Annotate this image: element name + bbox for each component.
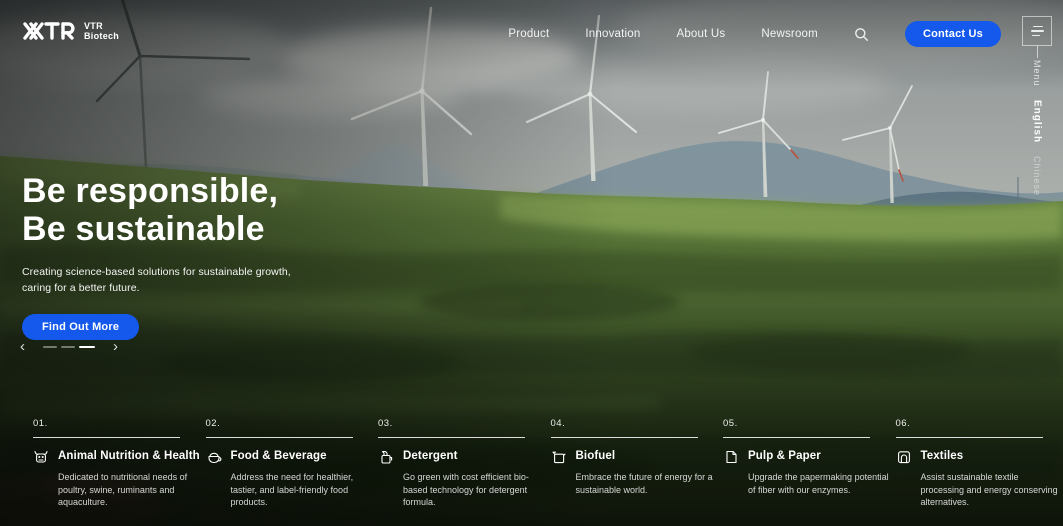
- category-number: 06.: [896, 418, 1063, 429]
- carousel-next-icon[interactable]: ›: [111, 340, 120, 354]
- main-nav: Product Innovation About Us Newsroom Con…: [508, 0, 1001, 68]
- category-divider: [551, 437, 698, 438]
- vtr-logo-icon: [22, 19, 76, 43]
- nav-item-about-us[interactable]: About Us: [676, 28, 725, 40]
- category-food-beverage[interactable]: 02. Food & Beverage Address the need for…: [206, 418, 379, 509]
- find-out-more-button[interactable]: Find Out More: [22, 314, 139, 340]
- category-number: 01.: [33, 418, 206, 429]
- category-divider: [33, 437, 180, 438]
- side-rail: Menu English Chinese: [1022, 16, 1052, 196]
- category-divider: [378, 437, 525, 438]
- category-number: 03.: [378, 418, 551, 429]
- carousel-indicator-1[interactable]: [43, 346, 57, 348]
- category-divider: [896, 437, 1043, 438]
- category-detergent[interactable]: 03. Detergent Go green with cost efficie…: [378, 418, 551, 509]
- hero-title: Be responsible, Be sustainable: [22, 172, 291, 248]
- carousel-indicator-2[interactable]: [61, 346, 75, 348]
- vtr-biotech-homepage: VTR Biotech Product Innovation About Us …: [0, 0, 1063, 526]
- category-title: Pulp & Paper: [748, 450, 821, 462]
- contact-us-button[interactable]: Contact Us: [905, 21, 1001, 47]
- category-number: 05.: [723, 418, 896, 429]
- category-divider: [206, 437, 353, 438]
- brand-name: VTR Biotech: [84, 21, 119, 41]
- category-description: Dedicated to nutritional needs of poultr…: [58, 471, 200, 509]
- category-description: Upgrade the papermaking potential of fib…: [748, 471, 890, 496]
- category-description: Address the need for healthier, tastier,…: [231, 471, 373, 509]
- category-title: Biofuel: [576, 450, 616, 462]
- category-description: Assist sustainable textile processing an…: [921, 471, 1063, 509]
- category-biofuel[interactable]: 04. Biofuel Embrace the future of energy…: [551, 418, 724, 509]
- fabric-icon: [896, 449, 912, 465]
- brand-logo[interactable]: VTR Biotech: [22, 19, 119, 43]
- category-title: Animal Nutrition & Health: [58, 450, 200, 462]
- hero-subtitle: Creating science-based solutions for sus…: [22, 264, 291, 296]
- category-title: Textiles: [921, 450, 964, 462]
- search-icon[interactable]: [854, 27, 869, 42]
- category-divider: [723, 437, 870, 438]
- brand-name-line1: VTR: [84, 21, 119, 31]
- category-title: Detergent: [403, 450, 458, 462]
- hero-title-line2: Be sustainable: [22, 210, 265, 248]
- paper-icon: [723, 449, 739, 465]
- category-number: 02.: [206, 418, 379, 429]
- nav-item-product[interactable]: Product: [508, 28, 549, 40]
- cup-icon: [206, 449, 222, 465]
- nav-item-innovation[interactable]: Innovation: [585, 28, 640, 40]
- carousel-indicators: [43, 346, 95, 348]
- fuel-can-icon: [551, 449, 567, 465]
- category-animal-nutrition[interactable]: 01. Animal Nutrition & Health Dedicated …: [33, 418, 206, 509]
- carousel-indicator-3-active[interactable]: [79, 346, 95, 348]
- nav-item-newsroom[interactable]: Newsroom: [761, 28, 818, 40]
- hero-section: Be responsible, Be sustainable Creating …: [22, 172, 291, 340]
- industry-categories: 01. Animal Nutrition & Health Dedicated …: [33, 418, 1063, 509]
- category-pulp-paper[interactable]: 05. Pulp & Paper Upgrade the papermaking…: [723, 418, 896, 509]
- category-title: Food & Beverage: [231, 450, 327, 462]
- rail-stem-line: [1037, 46, 1038, 58]
- cow-icon: [33, 449, 49, 465]
- category-number: 04.: [551, 418, 724, 429]
- category-description: Go green with cost efficient bio-based t…: [403, 471, 545, 509]
- language-english[interactable]: English: [1032, 100, 1043, 143]
- header: VTR Biotech Product Innovation About Us …: [0, 0, 1063, 68]
- hamburger-menu-icon[interactable]: [1022, 16, 1052, 46]
- hero-subtitle-line1: Creating science-based solutions for sus…: [22, 264, 291, 280]
- detergent-bottle-icon: [378, 449, 394, 465]
- menu-label: Menu: [1032, 60, 1042, 87]
- category-description: Embrace the future of energy for a susta…: [576, 471, 718, 496]
- carousel-prev-icon[interactable]: ‹: [18, 340, 27, 354]
- language-chinese[interactable]: Chinese: [1032, 156, 1042, 196]
- brand-name-line2: Biotech: [84, 31, 119, 41]
- hero-carousel-controls: ‹ ›: [18, 340, 120, 354]
- hero-subtitle-line2: caring for a better future.: [22, 280, 291, 296]
- category-textiles[interactable]: 06. Textiles Assist sustainable textile …: [896, 418, 1063, 509]
- hero-title-line1: Be responsible,: [22, 172, 278, 210]
